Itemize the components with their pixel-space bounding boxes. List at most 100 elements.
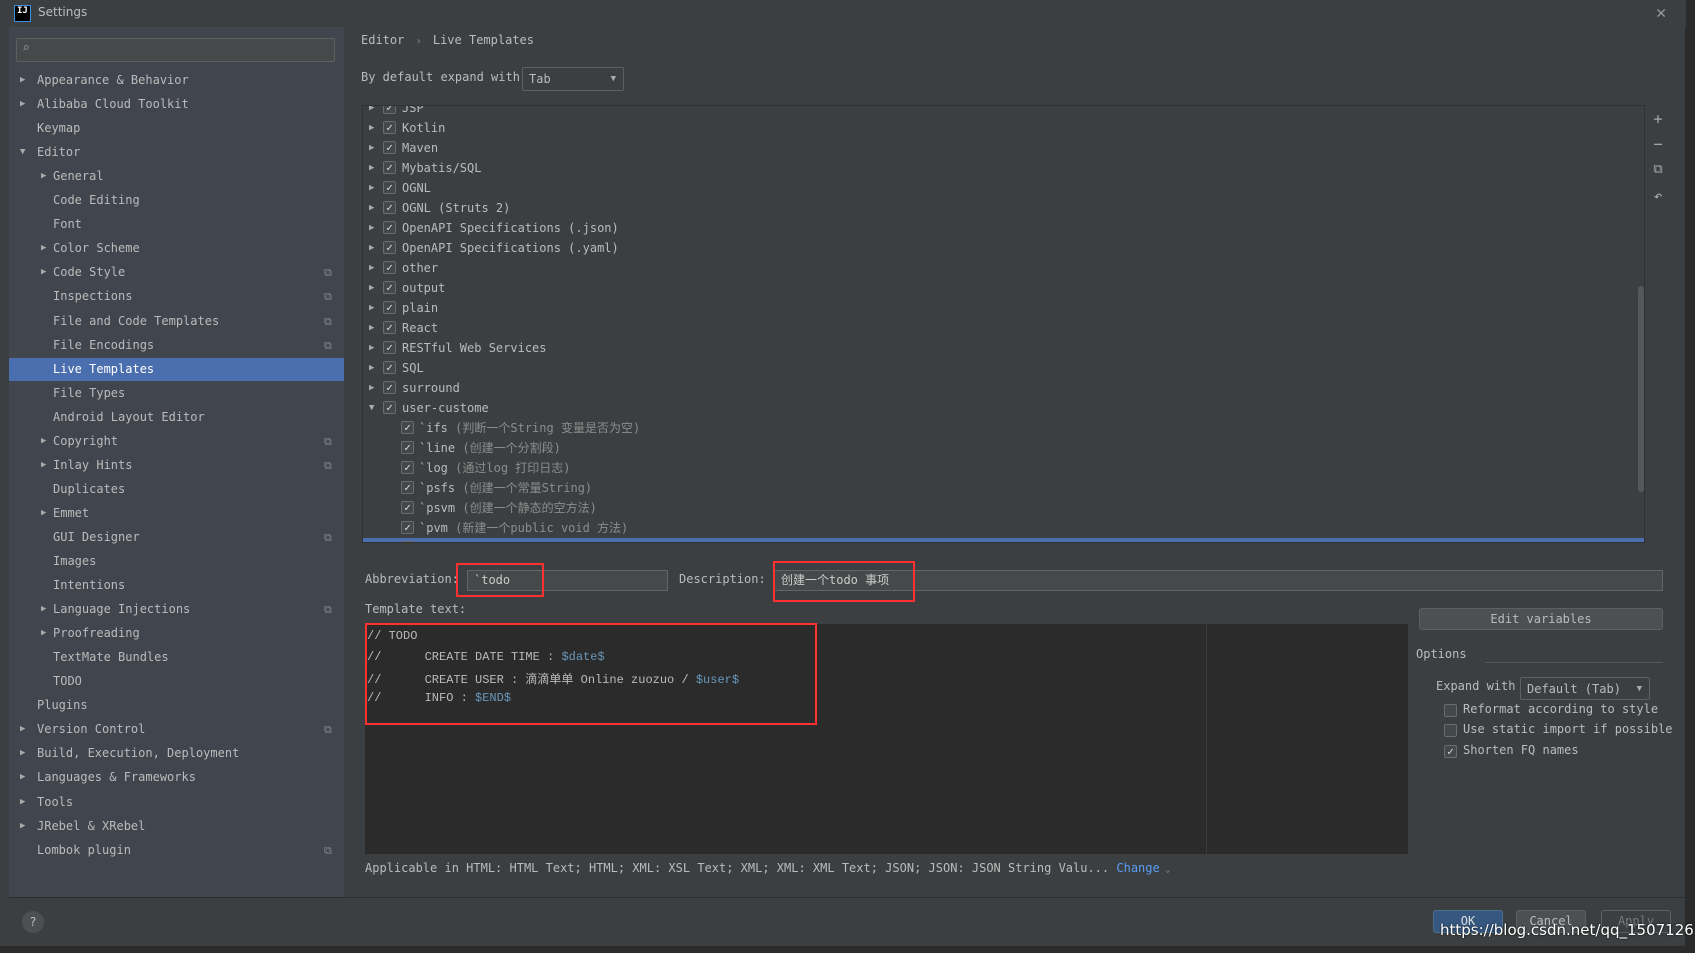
template-group[interactable]: ▶ ✓ RESTful Web Services bbox=[363, 338, 1644, 358]
template-checkbox[interactable]: ✓ bbox=[401, 521, 414, 534]
group-checkbox[interactable]: ✓ bbox=[383, 181, 396, 194]
template-group[interactable]: ▶ ✓ plain bbox=[363, 298, 1644, 318]
group-checkbox[interactable]: ✓ bbox=[383, 141, 396, 154]
chevron-right-icon[interactable]: ▶ bbox=[20, 69, 25, 92]
chevron-right-icon[interactable]: ▶ bbox=[369, 358, 374, 378]
sidebar-item[interactable]: ▶ Color Scheme bbox=[9, 237, 344, 260]
sidebar-item[interactable]: Duplicates bbox=[9, 478, 344, 501]
option-checkbox[interactable] bbox=[1444, 724, 1457, 738]
chevron-down-icon[interactable]: ▼ bbox=[20, 141, 25, 164]
restore-icon[interactable]: ↶ bbox=[1649, 187, 1667, 205]
help-button[interactable]: ? bbox=[22, 911, 44, 933]
sidebar-item[interactable]: Code Editing bbox=[9, 189, 344, 212]
sidebar-item[interactable]: ▶ Emmet bbox=[9, 502, 344, 525]
copy-icon[interactable]: ⧉ bbox=[1649, 161, 1667, 179]
sidebar-item[interactable]: Live Templates bbox=[9, 357, 344, 381]
sidebar-item[interactable]: Font bbox=[9, 213, 344, 236]
chevron-right-icon[interactable]: ▶ bbox=[20, 93, 25, 116]
chevron-right-icon[interactable]: ▶ bbox=[369, 258, 374, 278]
template-group[interactable]: ▶ ✓ other bbox=[363, 258, 1644, 278]
sidebar-item[interactable]: Keymap bbox=[9, 117, 344, 140]
option-checkbox-label[interactable]: Shorten FQ names bbox=[1463, 743, 1579, 757]
template-item[interactable]: ✓ `todo (创建一个todo 事项) bbox=[363, 538, 1644, 542]
template-checkbox[interactable]: ✓ bbox=[401, 441, 414, 454]
sidebar-item[interactable]: ▶ Proofreading bbox=[9, 622, 344, 645]
sidebar-item[interactable]: File Types bbox=[9, 382, 344, 405]
sidebar-item[interactable]: TextMate Bundles bbox=[9, 646, 344, 669]
chevron-right-icon[interactable]: ▶ bbox=[369, 318, 374, 338]
template-checkbox[interactable]: ✓ bbox=[401, 461, 414, 474]
chevron-right-icon[interactable]: ▶ bbox=[20, 718, 25, 741]
chevron-right-icon[interactable]: ▶ bbox=[41, 430, 46, 453]
breadcrumb-parent[interactable]: Editor bbox=[361, 33, 404, 47]
sidebar-item[interactable]: ▶ JRebel & XRebel bbox=[9, 815, 344, 838]
option-checkbox[interactable]: ✓ bbox=[1444, 744, 1457, 758]
template-group[interactable]: ▶ ✓ OGNL (Struts 2) bbox=[363, 198, 1644, 218]
chevron-right-icon[interactable]: ▶ bbox=[369, 278, 374, 298]
chevron-right-icon[interactable]: ▶ bbox=[369, 238, 374, 258]
group-checkbox[interactable]: ✓ bbox=[383, 381, 396, 394]
sidebar-item[interactable]: ▶ General bbox=[9, 165, 344, 188]
option-checkbox-label[interactable]: Reformat according to style bbox=[1463, 702, 1658, 716]
group-checkbox[interactable]: ✓ bbox=[383, 301, 396, 314]
chevron-right-icon[interactable]: ▶ bbox=[369, 298, 374, 318]
group-checkbox[interactable]: ✓ bbox=[383, 221, 396, 234]
sidebar-item[interactable]: ▶ Inlay Hints ⧉ bbox=[9, 454, 344, 477]
chevron-right-icon[interactable]: ▶ bbox=[41, 454, 46, 477]
sidebar-item[interactable]: ▶ Appearance & Behavior bbox=[9, 69, 344, 92]
group-checkbox[interactable]: ✓ bbox=[383, 281, 396, 294]
template-checkbox[interactable]: ✓ bbox=[401, 541, 414, 542]
sidebar-item[interactable]: Images bbox=[9, 550, 344, 573]
sidebar-item[interactable]: ▶ Version Control ⧉ bbox=[9, 718, 344, 741]
chevron-right-icon[interactable]: ▶ bbox=[20, 742, 25, 765]
group-checkbox[interactable]: ✓ bbox=[383, 241, 396, 254]
chevron-right-icon[interactable]: ▶ bbox=[369, 158, 374, 178]
chevron-right-icon[interactable]: ▶ bbox=[369, 138, 374, 158]
edit-variables-button[interactable]: Edit variables bbox=[1419, 608, 1663, 630]
template-group[interactable]: ▶ ✓ OGNL bbox=[363, 178, 1644, 198]
remove-icon[interactable]: − bbox=[1649, 135, 1667, 153]
template-item[interactable]: ✓ `log (通过log 打印日志) bbox=[363, 458, 1644, 478]
template-group[interactable]: ▶ ✓ Mybatis/SQL bbox=[363, 158, 1644, 178]
chevron-right-icon[interactable]: ▶ bbox=[41, 261, 46, 284]
chevron-right-icon[interactable]: ▶ bbox=[20, 791, 25, 814]
chevron-right-icon[interactable]: ▶ bbox=[369, 198, 374, 218]
sidebar-item[interactable]: ▶ Tools bbox=[9, 791, 344, 814]
group-checkbox[interactable]: ✓ bbox=[383, 261, 396, 274]
chevron-right-icon[interactable]: ▶ bbox=[41, 165, 46, 188]
template-group[interactable]: ▶ ✓ JSP bbox=[363, 106, 1644, 118]
sidebar-item[interactable]: Lombok plugin ⧉ bbox=[9, 839, 344, 862]
chevron-right-icon[interactable]: ▶ bbox=[369, 218, 374, 238]
chevron-right-icon[interactable]: ▶ bbox=[369, 178, 374, 198]
sidebar-item[interactable]: ▶ Languages & Frameworks bbox=[9, 766, 344, 789]
sidebar-item[interactable]: ▶ Language Injections ⧉ bbox=[9, 598, 344, 621]
template-group[interactable]: ▶ ✓ SQL bbox=[363, 358, 1644, 378]
sidebar-item[interactable]: Inspections ⧉ bbox=[9, 285, 344, 308]
chevron-right-icon[interactable]: ▶ bbox=[369, 378, 374, 398]
chevron-right-icon[interactable]: ▶ bbox=[41, 237, 46, 260]
template-group[interactable]: ▶ ✓ React bbox=[363, 318, 1644, 338]
sidebar-item[interactable]: Android Layout Editor bbox=[9, 406, 344, 429]
expand-with-select[interactable]: Default (Tab) ▼ bbox=[1520, 677, 1650, 700]
template-group[interactable]: ▶ ✓ OpenAPI Specifications (.json) bbox=[363, 218, 1644, 238]
tree-scrollbar[interactable] bbox=[1638, 286, 1644, 492]
template-group[interactable]: ▶ ✓ Maven bbox=[363, 138, 1644, 158]
template-item[interactable]: ✓ `psfs (创建一个常量String) bbox=[363, 478, 1644, 498]
group-checkbox[interactable]: ✓ bbox=[383, 341, 396, 354]
sidebar-item[interactable]: ▶ Copyright ⧉ bbox=[9, 430, 344, 453]
chevron-right-icon[interactable]: ▶ bbox=[41, 598, 46, 621]
sidebar-item[interactable]: ▼ Editor bbox=[9, 141, 344, 164]
template-group[interactable]: ▶ ✓ surround bbox=[363, 378, 1644, 398]
sidebar-item[interactable]: ▶ Build, Execution, Deployment bbox=[9, 742, 344, 765]
sidebar-item[interactable]: ▶ Code Style ⧉ bbox=[9, 261, 344, 284]
sidebar-item[interactable]: Intentions bbox=[9, 574, 344, 597]
sidebar-item[interactable]: File and Code Templates ⧉ bbox=[9, 310, 344, 333]
option-checkbox[interactable] bbox=[1444, 704, 1457, 717]
template-group[interactable]: ▶ ✓ output bbox=[363, 278, 1644, 298]
group-checkbox[interactable]: ✓ bbox=[383, 201, 396, 214]
template-item[interactable]: ✓ `line (创建一个分割段) bbox=[363, 438, 1644, 458]
settings-search-input[interactable]: ⌕ bbox=[16, 38, 335, 62]
template-checkbox[interactable]: ✓ bbox=[401, 501, 414, 514]
template-item[interactable]: ✓ `ifs (判断一个String 变量是否为空) bbox=[363, 418, 1644, 438]
add-icon[interactable]: + bbox=[1649, 110, 1667, 128]
